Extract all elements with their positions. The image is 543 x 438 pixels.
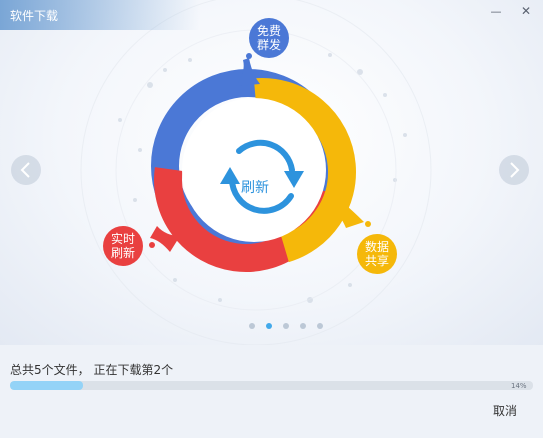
bubble-realtime-line2: 刷新 (110, 246, 135, 260)
bubble-share-line1: 数据 (364, 240, 389, 254)
pager-dot[interactable] (283, 323, 289, 329)
close-icon: ✕ (520, 4, 532, 18)
next-slide-button[interactable] (499, 155, 529, 185)
download-progress-bar (10, 381, 533, 390)
window-title: 软件下载 (10, 9, 59, 23)
pager-dot[interactable] (317, 323, 323, 329)
chevron-left-icon (20, 162, 30, 178)
minimize-icon: — (490, 4, 502, 18)
close-button[interactable]: ✕ (514, 0, 538, 22)
pager-dot[interactable] (249, 323, 255, 329)
carousel-stage: 刷新 免费 群发 实时 刷新 数据 共享 (0, 0, 543, 345)
bubble-data-share: 数据 共享 (357, 234, 397, 274)
bubble-realtime-line1: 实时 (110, 232, 135, 246)
pager-dot[interactable] (266, 323, 272, 329)
pager-dot[interactable] (300, 323, 306, 329)
download-progress-label: 14% (511, 382, 527, 390)
center-label: 刷新 (241, 180, 269, 196)
bubble-share-line2: 共享 (364, 254, 389, 268)
bubble-free-line2: 群发 (256, 38, 281, 52)
prev-slide-button[interactable] (11, 155, 41, 185)
title-bar: 软件下载 — ✕ (0, 0, 543, 30)
download-window: 刷新 免费 群发 实时 刷新 数据 共享 软件下载 — ✕ 总共5个文件， 正在… (0, 0, 543, 438)
chevron-right-icon (510, 162, 520, 178)
minimize-button[interactable]: — (484, 0, 508, 22)
download-progress-fill (10, 381, 84, 390)
bubble-realtime-refresh: 实时 刷新 (103, 226, 143, 266)
download-status-text: 总共5个文件， 正在下载第2个 (10, 363, 174, 377)
cancel-button[interactable]: 取消 (479, 398, 531, 424)
carousel-pager (249, 323, 323, 329)
